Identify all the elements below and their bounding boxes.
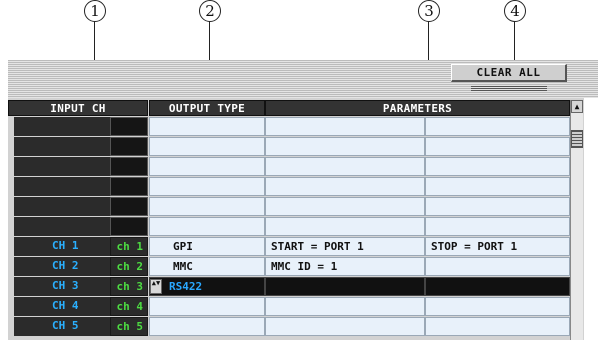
table-row-selected: CH 3 ch 3 RS422 ▲▼ [8,277,584,297]
table-row [8,137,584,157]
callout-3: 3 [418,0,440,22]
output-type-cell[interactable] [149,137,265,156]
header-output-type: OUTPUT TYPE [149,100,265,116]
input-channel-name [14,177,112,196]
parameter-2-cell[interactable] [425,317,570,336]
channel-number[interactable] [110,117,148,136]
input-channel-name [14,197,112,216]
button-indicator [471,90,547,91]
output-type-cell[interactable]: RS422 [149,277,265,296]
channel-number[interactable] [110,197,148,216]
header-input-ch: INPUT CH [8,100,148,116]
output-type-cell[interactable] [149,217,265,236]
parameter-2-cell[interactable] [425,297,570,316]
parameter-1-cell[interactable] [265,177,425,196]
parameter-1-cell[interactable] [265,217,425,236]
clear-all-area: CLEAR ALL [443,64,573,96]
parameter-1-cell[interactable] [265,157,425,176]
parameter-1-cell[interactable]: START = PORT 1 [265,237,425,256]
parameter-2-cell[interactable] [425,177,570,196]
parameter-1-cell[interactable]: MMC ID = 1 [265,257,425,276]
table-row: CH 5 ch 5 [8,317,584,337]
callout-4: 4 [504,0,526,22]
parameter-2-cell[interactable]: STOP = PORT 1 [425,237,570,256]
channel-number[interactable]: ch 4 [110,297,148,316]
header-parameters: PARAMETERS [265,100,570,116]
parameter-1-cell[interactable] [265,117,425,136]
scroll-up-arrow-icon[interactable]: ▲ [571,100,583,113]
parameter-2-cell[interactable] [425,117,570,136]
channel-number[interactable] [110,217,148,236]
output-type-cell[interactable] [149,177,265,196]
input-channel-name [14,117,112,136]
output-type-cell[interactable]: MMC [149,257,265,276]
table-row [8,117,584,137]
table-row: CH 4 ch 4 [8,297,584,317]
table-row: CH 1 ch 1 GPI START = PORT 1 STOP = PORT… [8,237,584,257]
parameter-2-cell[interactable] [425,197,570,216]
input-channel-name: CH 2 [14,257,112,276]
table-row: CH 2 ch 2 MMC MMC ID = 1 [8,257,584,277]
parameter-1-cell[interactable] [265,277,425,296]
callout-4-leader [514,21,516,65]
parameter-2-cell[interactable] [425,137,570,156]
input-channel-name: CH 1 [14,237,112,256]
input-channel-name [14,217,112,236]
input-channel-name: CH 4 [14,297,112,316]
callout-2: 2 [199,0,221,22]
button-indicator [471,86,547,87]
parameter-1-cell[interactable] [265,297,425,316]
output-type-cell[interactable] [149,297,265,316]
channel-number[interactable]: ch 5 [110,317,148,336]
parameter-2-cell[interactable] [425,277,570,296]
channel-number[interactable]: ch 3 [110,277,148,296]
table-row [8,197,584,217]
output-type-cell[interactable]: GPI [149,237,265,256]
channel-number[interactable] [110,157,148,176]
clear-all-button[interactable]: CLEAR ALL [451,64,567,82]
parameter-2-cell[interactable] [425,257,570,276]
parameter-2-cell[interactable] [425,217,570,236]
vertical-scrollbar[interactable]: ▲ [570,100,583,340]
table-row [8,157,584,177]
button-indicator [471,88,547,89]
output-type-cell[interactable] [149,117,265,136]
parameter-1-cell[interactable] [265,317,425,336]
parameter-1-cell[interactable] [265,197,425,216]
output-type-cell[interactable] [149,317,265,336]
scroll-thumb[interactable] [571,130,583,148]
input-channel-name [14,137,112,156]
callout-1: 1 [84,0,106,22]
gpi-output-panel: INPUT CH OUTPUT TYPE PARAMETERS CH 1 ch … [8,98,584,340]
parameter-2-cell[interactable] [425,157,570,176]
output-type-cell[interactable] [149,197,265,216]
output-type-spin-icon[interactable]: ▲▼ [150,279,162,294]
table-row [8,217,584,237]
output-type-cell[interactable] [149,157,265,176]
table-row [8,177,584,197]
channel-number[interactable] [110,177,148,196]
input-channel-name [14,157,112,176]
input-channel-name: CH 3 [14,277,112,296]
input-channel-name: CH 5 [14,317,112,336]
parameter-1-cell[interactable] [265,137,425,156]
channel-number[interactable] [110,137,148,156]
channel-number[interactable]: ch 2 [110,257,148,276]
channel-number[interactable]: ch 1 [110,237,148,256]
